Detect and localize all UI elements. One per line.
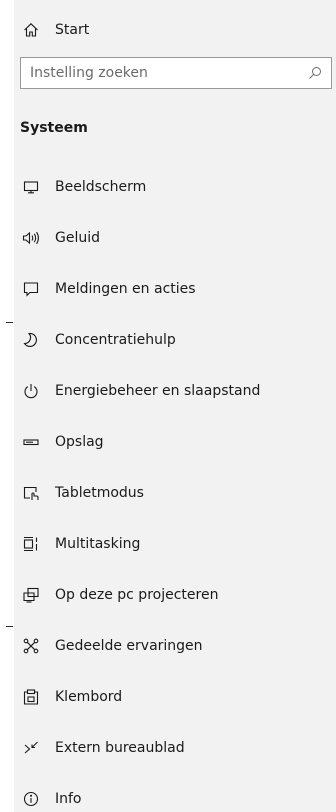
nav-item-opslag[interactable]: Opslag <box>14 422 336 462</box>
remote-desktop-icon <box>22 739 40 757</box>
search-input[interactable] <box>21 58 300 88</box>
nav-item-label: Concentratiehulp <box>55 332 176 348</box>
nav-item-label: Beeldscherm <box>55 179 147 195</box>
nav-item-label: Gedeelde ervaringen <box>55 638 203 654</box>
nav-item-label: Meldingen en acties <box>55 281 196 297</box>
nav-item-label: Energiebeheer en slaapstand <box>55 383 261 399</box>
settings-sidebar: Start Systeem Beeldscherm <box>14 0 336 812</box>
clipboard-icon <box>22 688 40 706</box>
nav-item-label: Op deze pc projecteren <box>55 587 219 603</box>
multitasking-icon <box>22 535 40 553</box>
storage-icon <box>22 433 40 451</box>
nav-item-gedeelde-ervaringen[interactable]: Gedeelde ervaringen <box>14 626 336 666</box>
section-title: Systeem <box>20 120 88 136</box>
shared-experiences-icon <box>22 637 40 655</box>
nav-item-meldingen-en-acties[interactable]: Meldingen en acties <box>14 269 336 309</box>
monitor-icon <box>22 178 40 196</box>
project-icon <box>22 586 40 604</box>
nav-item-label: Start <box>55 22 90 38</box>
nav-item-tabletmodus[interactable]: Tabletmodus <box>14 473 336 513</box>
nav-item-label: Multitasking <box>55 536 141 552</box>
moon-icon <box>22 331 40 349</box>
nav-item-beeldscherm[interactable]: Beeldscherm <box>14 167 336 207</box>
nav-item-info[interactable]: Info <box>14 779 336 812</box>
settings-window: Start Systeem Beeldscherm <box>0 0 336 812</box>
nav-item-label: Extern bureaublad <box>55 740 185 756</box>
tablet-mode-icon <box>22 484 40 502</box>
nav-item-label: Klembord <box>55 689 123 705</box>
nav-item-extern-bureaublad[interactable]: Extern bureaublad <box>14 728 336 768</box>
nav-item-label: Tabletmodus <box>55 485 144 501</box>
home-icon <box>22 21 40 39</box>
nav-item-start[interactable]: Start <box>14 10 336 50</box>
left-edge <box>0 0 14 812</box>
nav-item-multitasking[interactable]: Multitasking <box>14 524 336 564</box>
nav-item-op-deze-pc-projecteren[interactable]: Op deze pc projecteren <box>14 575 336 615</box>
nav-item-label: Geluid <box>55 230 101 246</box>
nav-item-geluid[interactable]: Geluid <box>14 218 336 258</box>
speaker-icon <box>22 229 40 247</box>
power-icon <box>22 382 40 400</box>
nav-item-energiebeheer[interactable]: Energiebeheer en slaapstand <box>14 371 336 411</box>
info-icon <box>22 790 40 808</box>
nav-item-label: Opslag <box>55 434 104 450</box>
search-box[interactable] <box>20 57 332 89</box>
notification-icon <box>22 280 40 298</box>
search-icon[interactable] <box>308 66 322 80</box>
edge-tick-mark <box>6 626 13 627</box>
nav-item-concentratiehulp[interactable]: Concentratiehulp <box>14 320 336 360</box>
nav-item-label: Info <box>55 791 82 807</box>
nav-item-klembord[interactable]: Klembord <box>14 677 336 717</box>
edge-tick-mark <box>6 322 13 323</box>
